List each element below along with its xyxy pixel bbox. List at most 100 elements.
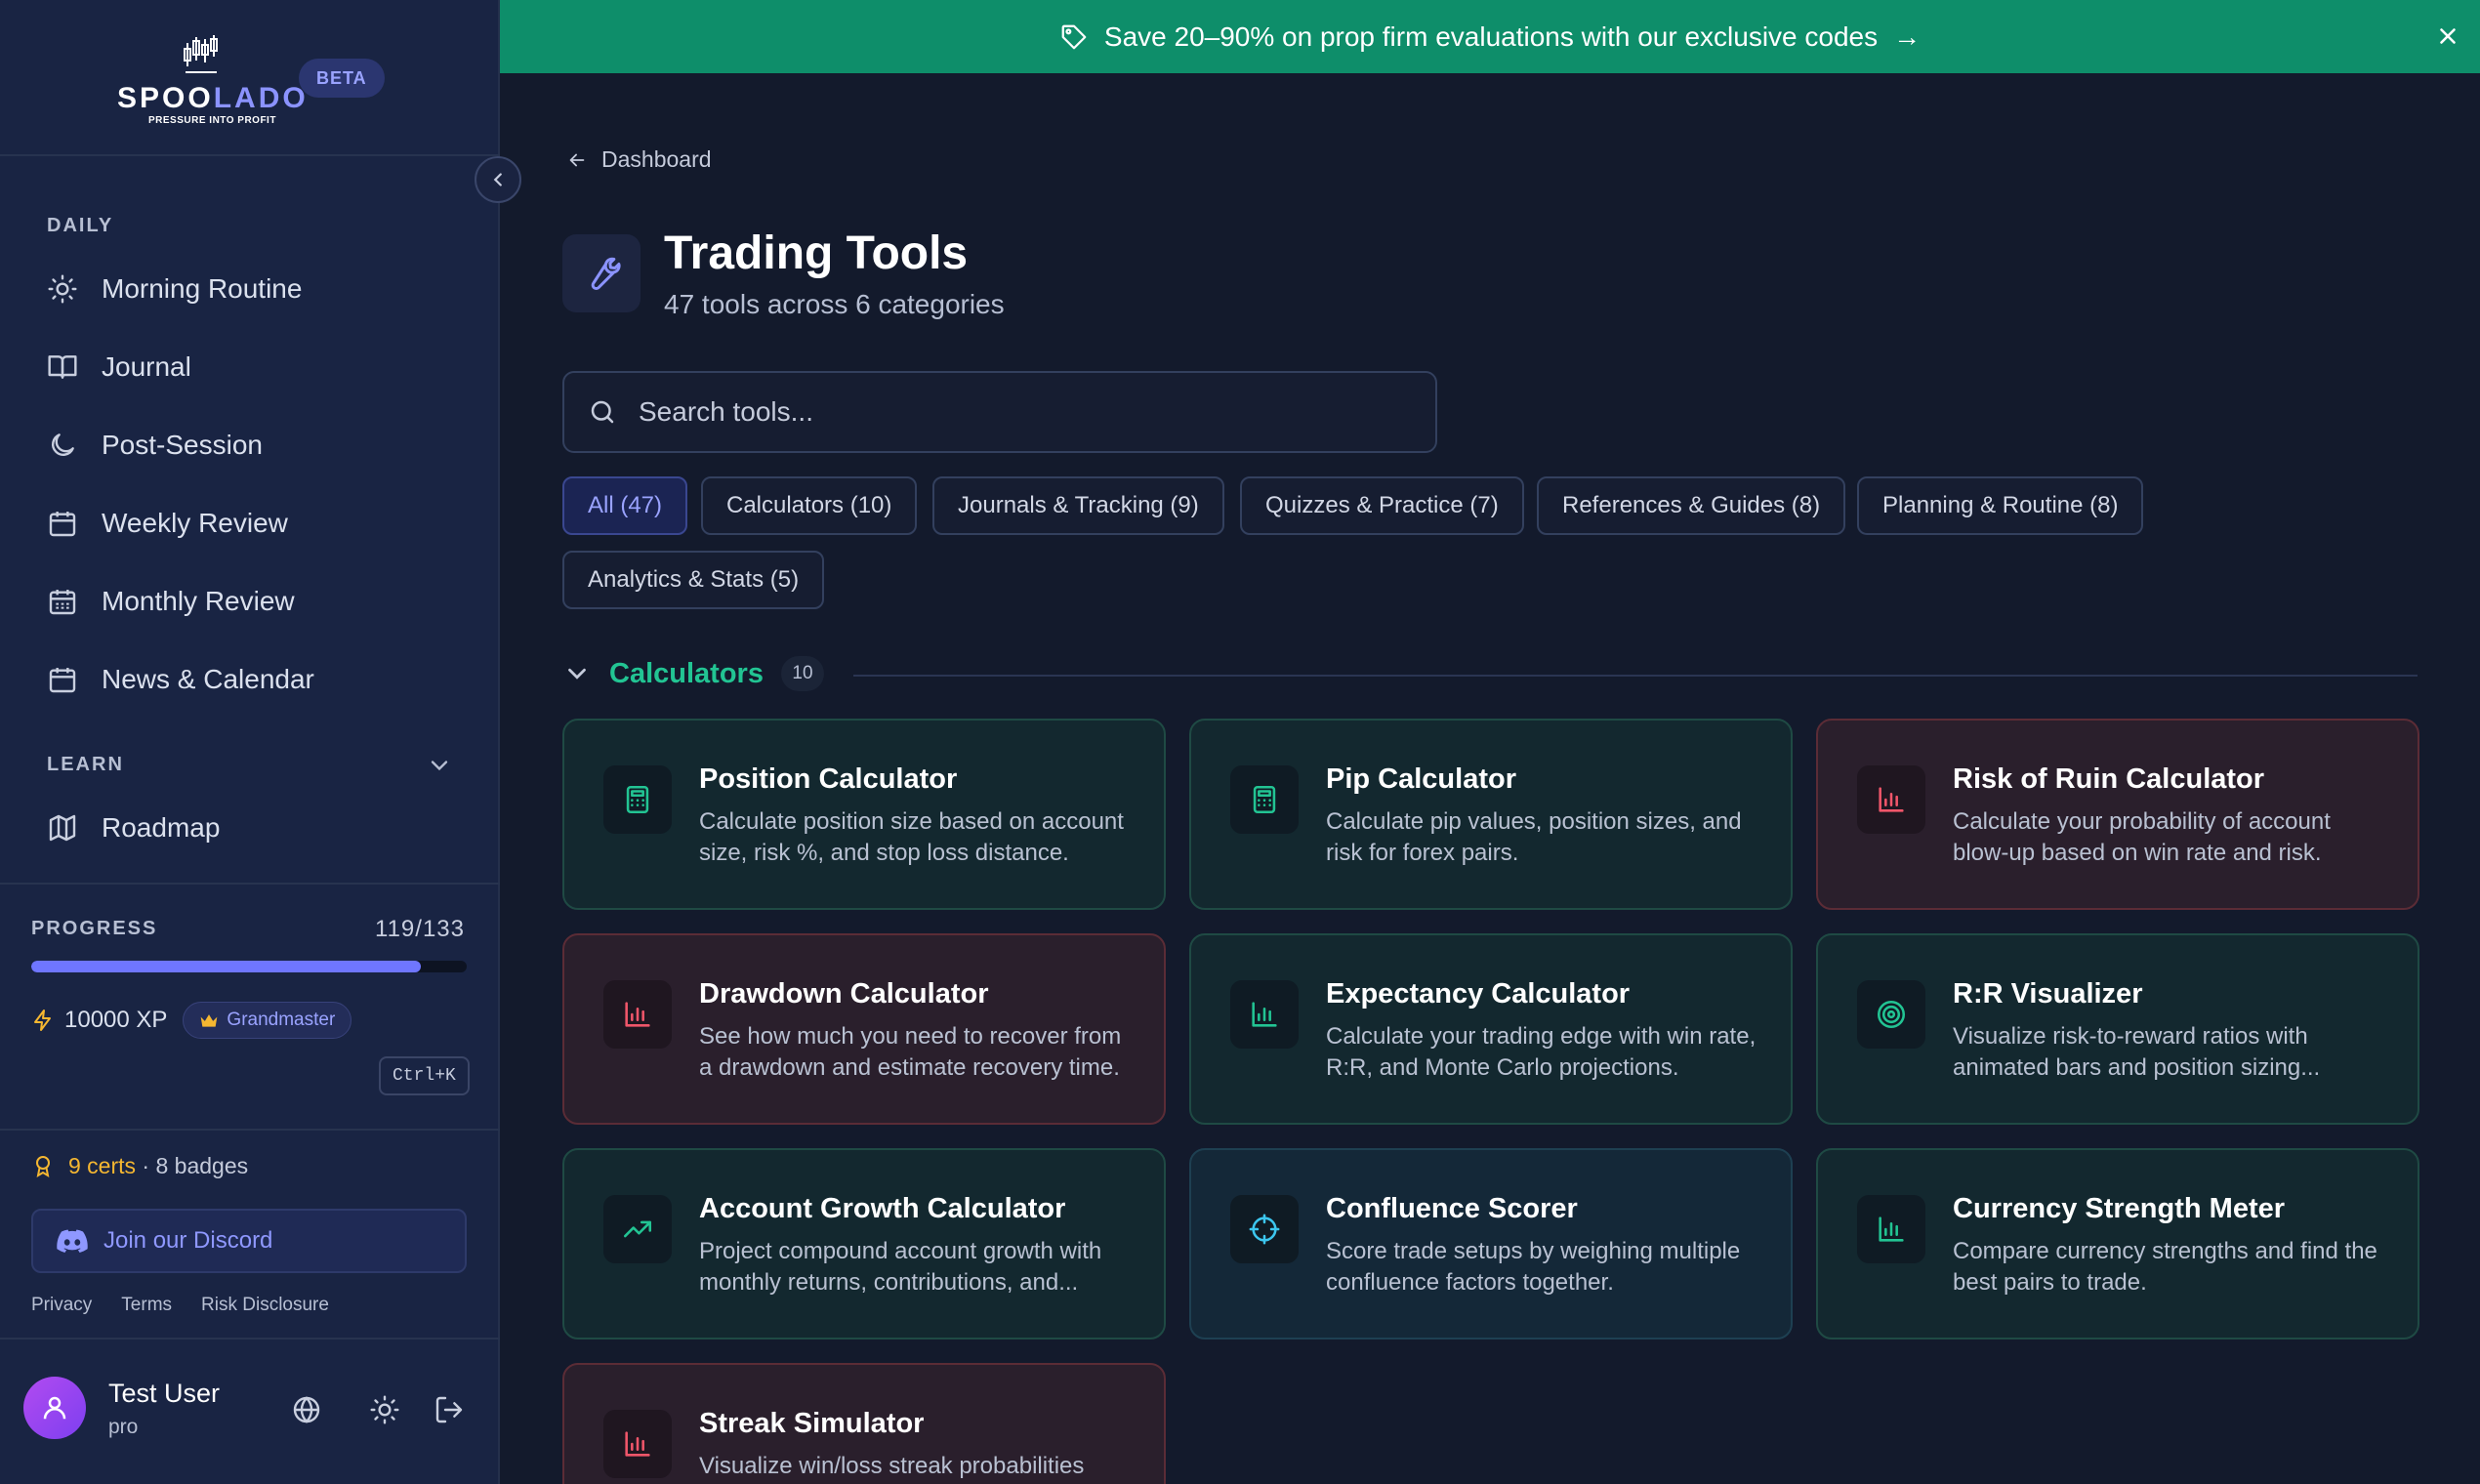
logo[interactable]: SPOOLADO PRESSURE INTO PROFIT bbox=[117, 33, 306, 135]
calculator-icon bbox=[626, 785, 649, 814]
calendar-icon bbox=[49, 668, 76, 693]
crosshair-icon bbox=[1249, 1214, 1280, 1245]
section-divider bbox=[853, 675, 2418, 677]
bar-chart-icon bbox=[1879, 1216, 1904, 1242]
progress-fill bbox=[31, 961, 422, 972]
user-name: Test User bbox=[108, 1379, 221, 1408]
user-profile[interactable]: Test User pro bbox=[23, 1377, 220, 1439]
search-icon bbox=[591, 400, 614, 424]
filter-chip-references[interactable]: References & Guides (8) bbox=[1537, 476, 1846, 535]
tool-card-description: Visualize win/loss streak probabilities bbox=[699, 1453, 1085, 1479]
logo-wordmark: SPOOLADO bbox=[117, 82, 309, 114]
divider bbox=[0, 154, 500, 156]
user-icon bbox=[43, 1396, 66, 1420]
calendar-icon bbox=[49, 512, 76, 537]
sidebar-item-label: Monthly Review bbox=[102, 586, 295, 616]
globe-icon[interactable] bbox=[291, 1394, 322, 1425]
discord-button[interactable]: Join our Discord bbox=[31, 1209, 467, 1273]
chevron-down-icon[interactable] bbox=[426, 752, 453, 779]
tool-card[interactable]: Confluence Scorer Score trade setups by w… bbox=[1189, 1148, 1793, 1340]
sidebar-item-label: Morning Routine bbox=[102, 273, 303, 304]
tool-card-icon-wrap bbox=[1230, 1195, 1299, 1263]
close-icon[interactable] bbox=[2435, 23, 2460, 49]
sidebar-item-news-calendar[interactable]: News & Calendar bbox=[47, 655, 314, 704]
tool-card-description: Calculate pip values, position sizes, an… bbox=[1326, 808, 1742, 866]
tool-card-description: Score trade setups by weighing multiple … bbox=[1326, 1238, 1741, 1296]
tool-card-title: Pip Calculator bbox=[1326, 763, 1516, 795]
tool-card-icon-wrap bbox=[603, 765, 672, 834]
crown-icon bbox=[201, 1014, 218, 1027]
tool-card[interactable]: Drawdown Calculator See how much you need… bbox=[562, 933, 1166, 1125]
arrow-left-icon bbox=[569, 153, 585, 166]
beta-badge: BETA bbox=[299, 59, 385, 98]
tool-card[interactable]: Risk of Ruin Calculator Calculate your pr… bbox=[1816, 719, 2419, 910]
tool-card-icon-wrap bbox=[603, 1410, 672, 1478]
target-icon bbox=[1877, 1000, 1906, 1029]
search-field[interactable] bbox=[562, 371, 1437, 453]
calendar-grid-icon bbox=[49, 590, 76, 615]
sidebar-item-label: Post-Session bbox=[102, 430, 263, 460]
collapse-sidebar-button[interactable] bbox=[475, 156, 521, 203]
sidebar-item-label: Journal bbox=[102, 351, 191, 382]
section-header-calculators[interactable]: Calculators 10 bbox=[562, 656, 824, 691]
banner-text: Save 20–90% on prop firm evaluations wit… bbox=[1103, 21, 1879, 52]
promo-banner[interactable]: Save 20–90% on prop firm evaluations wit… bbox=[500, 0, 2480, 73]
badges-count: · 8 badges bbox=[142, 1152, 249, 1178]
tool-card[interactable]: Position Calculator Calculate position si… bbox=[562, 719, 1166, 910]
breadcrumb[interactable]: Dashboard bbox=[566, 146, 712, 173]
tool-card[interactable]: Currency Strength Meter Compare currency … bbox=[1816, 1148, 2419, 1340]
sun-icon[interactable] bbox=[369, 1394, 400, 1425]
tool-card[interactable]: Streak Simulator Visualize win/loss strea… bbox=[562, 1363, 1166, 1484]
terms-link[interactable]: Terms bbox=[121, 1295, 172, 1316]
map-icon bbox=[49, 814, 76, 842]
search-input[interactable] bbox=[639, 396, 1400, 428]
certs-row[interactable]: 9 certs · 8 badges bbox=[31, 1152, 248, 1179]
filter-chip-calculators[interactable]: Calculators (10) bbox=[701, 476, 918, 535]
sidebar: SPOOLADO PRESSURE INTO PROFIT BETA DAILY… bbox=[0, 0, 500, 1484]
progress-count: 119/133 bbox=[375, 916, 465, 942]
tool-card[interactable]: R:R Visualizer Visualize risk-to-reward r… bbox=[1816, 933, 2419, 1125]
sidebar-item-monthly-review[interactable]: Monthly Review bbox=[47, 577, 295, 626]
xp-row: 10000 XP Grandmaster bbox=[31, 1002, 352, 1039]
filter-chip-journals[interactable]: Journals & Tracking (9) bbox=[932, 476, 1224, 535]
progress-label: PROGRESS bbox=[31, 918, 158, 939]
discord-label: Join our Discord bbox=[103, 1227, 273, 1254]
tool-card-title: Risk of Ruin Calculator bbox=[1953, 763, 2265, 795]
tool-card-icon-wrap bbox=[1230, 980, 1299, 1049]
risk-disclosure-link[interactable]: Risk Disclosure bbox=[201, 1295, 329, 1316]
privacy-link[interactable]: Privacy bbox=[31, 1295, 92, 1316]
sidebar-item-morning-routine[interactable]: Morning Routine bbox=[47, 265, 302, 313]
divider bbox=[0, 1338, 500, 1340]
sidebar-item-roadmap[interactable]: Roadmap bbox=[47, 804, 220, 852]
page-title: Trading Tools bbox=[664, 227, 969, 279]
xp-value: 10000 XP bbox=[64, 1007, 168, 1033]
logout-icon[interactable] bbox=[434, 1394, 465, 1425]
sidebar-item-journal[interactable]: Journal bbox=[47, 343, 191, 392]
filter-chip-planning[interactable]: Planning & Routine (8) bbox=[1857, 476, 2144, 535]
tool-card-icon-wrap bbox=[603, 980, 672, 1049]
calculator-icon bbox=[1253, 785, 1276, 814]
bar-chart-icon bbox=[1879, 787, 1904, 812]
tool-card-title: Currency Strength Meter bbox=[1953, 1193, 2286, 1224]
sun-icon bbox=[48, 274, 77, 304]
tool-card-description: Calculate your trading edge with win rat… bbox=[1326, 1023, 1757, 1081]
sidebar-item-weekly-review[interactable]: Weekly Review bbox=[47, 499, 288, 548]
sidebar-item-label: News & Calendar bbox=[102, 664, 314, 694]
rank-badge: Grandmaster bbox=[183, 1002, 352, 1039]
bar-chart-icon bbox=[1252, 1002, 1277, 1027]
tool-card-title: R:R Visualizer bbox=[1953, 978, 2143, 1010]
divider bbox=[0, 883, 500, 885]
filter-chip-quizzes[interactable]: Quizzes & Practice (7) bbox=[1240, 476, 1524, 535]
tool-card[interactable]: Account Growth Calculator Project compoun… bbox=[562, 1148, 1166, 1340]
avatar bbox=[23, 1377, 86, 1439]
moon-icon bbox=[52, 433, 74, 456]
filter-chip-analytics[interactable]: Analytics & Stats (5) bbox=[562, 551, 825, 609]
tool-card-title: Expectancy Calculator bbox=[1326, 978, 1631, 1010]
tag-icon bbox=[1061, 24, 1087, 49]
section-label-daily: DAILY bbox=[47, 215, 114, 236]
section-title: Calculators bbox=[609, 657, 764, 689]
tool-card[interactable]: Pip Calculator Calculate pip values, posi… bbox=[1189, 719, 1793, 910]
filter-chip-all[interactable]: All (47) bbox=[562, 476, 688, 535]
tool-card[interactable]: Expectancy Calculator Calculate your trad… bbox=[1189, 933, 1793, 1125]
sidebar-item-post-session[interactable]: Post-Session bbox=[47, 421, 263, 470]
